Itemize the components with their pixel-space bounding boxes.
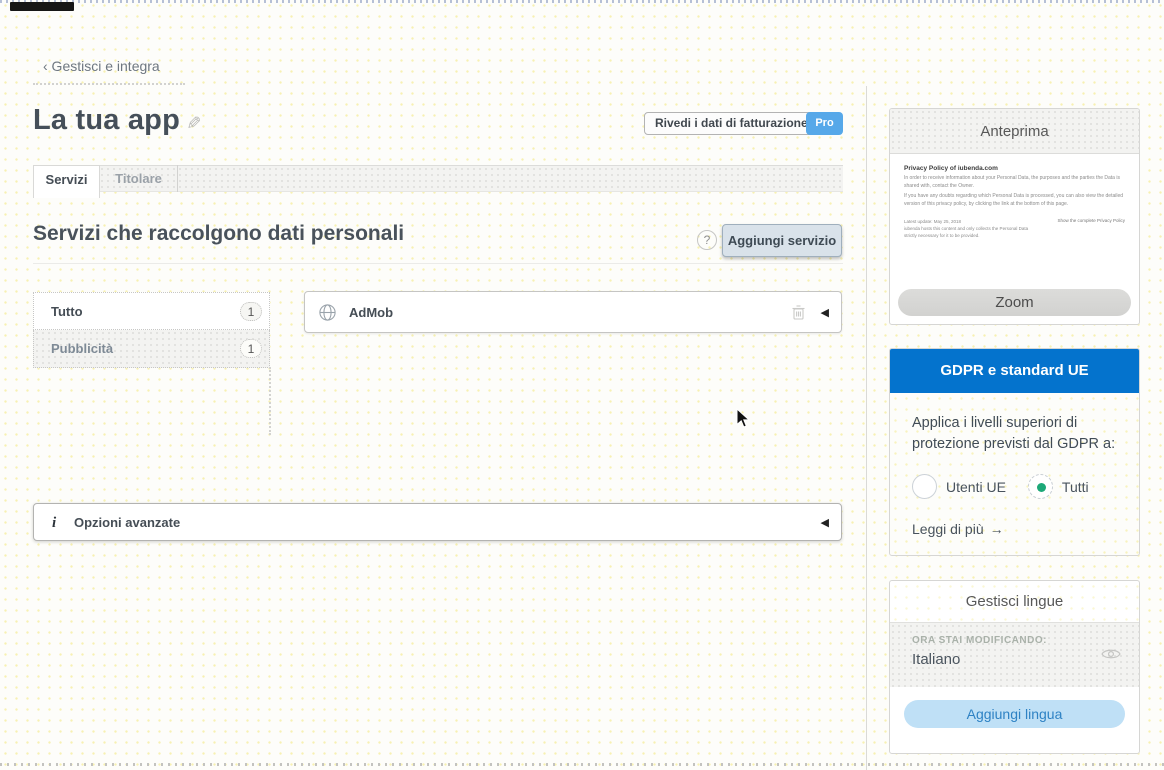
current-language-section: ORA STAI MODIFICANDO: Italiano (890, 623, 1139, 687)
tab-titolare[interactable]: Titolare (100, 165, 178, 192)
heading-divider (33, 263, 843, 264)
gdpr-radio-group: Utenti UE Tutti (912, 474, 1117, 499)
filter-count-badge: 1 (240, 339, 262, 358)
policy-preview-updated: Latest update: May 25, 2018 (904, 218, 1037, 225)
policy-preview-host-note: iubenda hosts this content and only coll… (904, 225, 1037, 239)
help-icon[interactable]: ? (697, 230, 717, 250)
filter-count-badge: 1 (240, 302, 262, 321)
filter-list-tail-divider (269, 367, 271, 435)
page: ‹ Gestisci e integra La tua app ✎ Rivedi… (0, 0, 1164, 770)
edit-title-icon[interactable]: ✎ (182, 115, 203, 130)
gdpr-panel-title: GDPR e standard UE (890, 349, 1139, 393)
sidebar-divider (866, 86, 867, 770)
policy-preview-footer: Latest update: May 25, 2018 iubenda host… (904, 218, 1125, 240)
gdpr-panel: GDPR e standard UE Applica i livelli sup… (889, 348, 1140, 556)
tab-servizi[interactable]: Servizi (33, 165, 100, 198)
radio-tutti-label[interactable]: Tutti (1062, 479, 1089, 495)
filter-label: Tutto (51, 293, 83, 331)
service-name: AdMob (349, 292, 393, 334)
add-language-button[interactable]: Aggiungi lingua (904, 700, 1125, 728)
service-filter-list: Tutto 1 Pubblicità 1 (33, 292, 270, 368)
radio-utenti-ue-label[interactable]: Utenti UE (946, 479, 1006, 495)
mouse-cursor (736, 408, 751, 434)
gdpr-description: Applica i livelli superiori di protezion… (912, 413, 1117, 455)
preview-panel: Anteprima Privacy Policy of iubenda.com … (889, 108, 1140, 325)
languages-panel: Gestisci lingue ORA STAI MODIFICANDO: It… (889, 580, 1140, 754)
service-row-admob[interactable]: AdMob ◀ (304, 291, 842, 333)
advanced-options-row[interactable]: i Opzioni avanzate ◀ (33, 503, 842, 541)
breadcrumb[interactable]: ‹ Gestisci e integra (33, 56, 185, 85)
zoom-button[interactable]: Zoom (898, 289, 1131, 316)
preview-language-eye-icon[interactable] (1101, 647, 1121, 666)
radio-utenti-ue[interactable] (912, 474, 937, 499)
policy-preview-paragraph: If you have any doubts regarding which P… (904, 193, 1125, 208)
globe-icon (319, 304, 336, 326)
add-service-button[interactable]: Aggiungi servizio (722, 224, 842, 257)
editing-now-label: ORA STAI MODIFICANDO: (912, 635, 1139, 646)
arrow-right-icon: → (990, 521, 1004, 537)
policy-preview-paragraph: In order to receive information about yo… (904, 175, 1125, 190)
advanced-options-label: Opzioni avanzate (74, 504, 180, 542)
preview-panel-title: Anteprima (890, 109, 1139, 154)
pro-badge[interactable]: Pro (806, 112, 843, 135)
radio-tutti[interactable] (1028, 474, 1053, 499)
gdpr-read-more-link[interactable]: Leggi di più → (912, 521, 1117, 537)
filter-item-tutto[interactable]: Tutto 1 (33, 292, 270, 330)
gdpr-read-more-label: Leggi di più (912, 521, 984, 537)
filter-label: Pubblicità (51, 330, 113, 368)
loading-bar (10, 2, 74, 11)
collapse-icon[interactable]: ◀ (821, 504, 829, 542)
filter-item-pubblicita[interactable]: Pubblicità 1 (33, 330, 270, 368)
info-icon: i (52, 504, 56, 542)
policy-preview-title: Privacy Policy of iubenda.com (904, 165, 1125, 172)
delete-service-icon[interactable] (792, 305, 805, 325)
bottom-dotted-border (0, 763, 1164, 766)
top-dotted-border (0, 0, 1164, 3)
page-title: La tua app (33, 104, 180, 137)
policy-preview-document: Privacy Policy of iubenda.com In order t… (904, 165, 1125, 208)
section-heading: Servizi che raccolgono dati personali (33, 222, 404, 246)
collapse-icon[interactable]: ◀ (821, 292, 829, 334)
languages-panel-title: Gestisci lingue (890, 581, 1139, 623)
billing-button[interactable]: Rivedi i dati di fatturazione (644, 112, 819, 135)
policy-preview-show-link: Show the complete Privacy Policy (1057, 218, 1125, 240)
